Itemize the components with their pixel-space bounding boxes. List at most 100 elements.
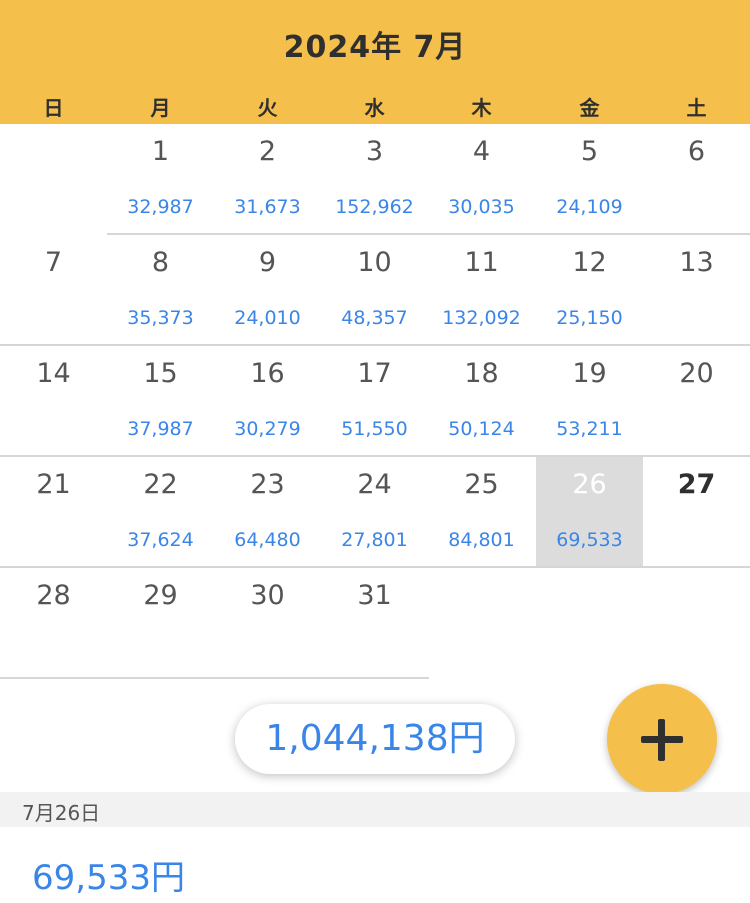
day-cell-29[interactable]: 29 bbox=[107, 568, 214, 679]
day-amount: 30,279 bbox=[234, 418, 301, 440]
day-number: 18 bbox=[464, 358, 499, 389]
monthly-total[interactable]: 1,044,138円 bbox=[235, 704, 515, 774]
day-cell-21[interactable]: 21 bbox=[0, 457, 107, 568]
selected-date-bar: 7月26日 bbox=[0, 792, 750, 827]
day-number: 16 bbox=[250, 358, 285, 389]
day-cell-4[interactable]: 4 30,035 bbox=[428, 124, 535, 235]
day-number: 4 bbox=[472, 136, 491, 167]
add-button[interactable] bbox=[607, 684, 717, 794]
day-number: 15 bbox=[143, 358, 178, 389]
day-cell-25[interactable]: 25 84,801 bbox=[428, 457, 535, 568]
day-amount: 84,801 bbox=[448, 529, 515, 551]
day-number: 19 bbox=[572, 358, 607, 389]
week-divider bbox=[0, 677, 429, 679]
day-cell-27[interactable]: 27 bbox=[643, 457, 750, 568]
day-number: 26 bbox=[572, 469, 607, 500]
day-number: 1 bbox=[151, 136, 170, 167]
day-amount: 132,092 bbox=[442, 307, 521, 329]
day-cell-8[interactable]: 8 35,373 bbox=[107, 235, 214, 346]
day-amount: 32,987 bbox=[127, 196, 194, 218]
day-cell-1[interactable]: 1 32,987 bbox=[107, 124, 214, 235]
day-cell-16[interactable]: 16 30,279 bbox=[214, 346, 321, 457]
weekday-wed: 水 bbox=[364, 96, 385, 120]
day-number: 30 bbox=[250, 580, 285, 611]
weekday-thu: 木 bbox=[471, 96, 492, 120]
day-number: 2 bbox=[258, 136, 277, 167]
calendar-grid: 1 32,987 2 31,673 3 152,962 4 30,035 5 24,109 6 7 8 3… bbox=[0, 124, 750, 680]
day-cell-19[interactable]: 19 53,211 bbox=[536, 346, 643, 457]
day-number: 14 bbox=[36, 358, 71, 389]
day-amount: 35,373 bbox=[127, 307, 194, 329]
day-cell-18[interactable]: 18 50,124 bbox=[428, 346, 535, 457]
day-amount: 24,010 bbox=[234, 307, 301, 329]
weekday-row: 日 月 火 水 木 金 土 bbox=[0, 92, 750, 122]
day-amount: 51,550 bbox=[341, 418, 408, 440]
day-number: 20 bbox=[679, 358, 714, 389]
day-cell-3[interactable]: 3 152,962 bbox=[321, 124, 428, 235]
day-number: 8 bbox=[151, 247, 170, 278]
day-cell-10[interactable]: 10 48,357 bbox=[321, 235, 428, 346]
day-cell-12[interactable]: 12 25,150 bbox=[536, 235, 643, 346]
day-amount: 37,987 bbox=[127, 418, 194, 440]
day-amount: 50,124 bbox=[448, 418, 515, 440]
day-amount: 53,211 bbox=[556, 418, 623, 440]
day-cell-5[interactable]: 5 24,109 bbox=[536, 124, 643, 235]
week-divider bbox=[107, 233, 750, 235]
day-number: 31 bbox=[357, 580, 392, 611]
weekday-fri: 金 bbox=[579, 96, 600, 120]
day-cell-15[interactable]: 15 37,987 bbox=[107, 346, 214, 457]
day-number: 28 bbox=[36, 580, 71, 611]
day-number: 25 bbox=[464, 469, 499, 500]
day-amount: 24,109 bbox=[556, 196, 623, 218]
day-number: 9 bbox=[258, 247, 277, 278]
day-number: 12 bbox=[572, 247, 607, 278]
day-amount: 64,480 bbox=[234, 529, 301, 551]
month-title[interactable]: 2024年 7月 bbox=[0, 22, 750, 66]
day-cell-20[interactable]: 20 bbox=[643, 346, 750, 457]
day-number: 29 bbox=[143, 580, 178, 611]
day-number: 10 bbox=[357, 247, 392, 278]
empty-day-cell bbox=[0, 124, 107, 235]
day-cell-13[interactable]: 13 bbox=[643, 235, 750, 346]
empty-day-cell bbox=[536, 568, 643, 679]
week-divider bbox=[0, 344, 750, 346]
day-cell-2[interactable]: 2 31,673 bbox=[214, 124, 321, 235]
day-number: 3 bbox=[365, 136, 384, 167]
day-cell-23[interactable]: 23 64,480 bbox=[214, 457, 321, 568]
day-cell-14[interactable]: 14 bbox=[0, 346, 107, 457]
day-amount: 48,357 bbox=[341, 307, 408, 329]
day-number: 6 bbox=[687, 136, 706, 167]
weekday-mon: 月 bbox=[150, 96, 171, 120]
day-amount: 25,150 bbox=[556, 307, 623, 329]
weekday-sun: 日 bbox=[43, 96, 64, 120]
day-number: 22 bbox=[143, 469, 178, 500]
day-cell-6[interactable]: 6 bbox=[643, 124, 750, 235]
day-number: 11 bbox=[464, 247, 499, 278]
weekday-tue: 火 bbox=[257, 96, 278, 120]
day-cell-17[interactable]: 17 51,550 bbox=[321, 346, 428, 457]
day-cell-24[interactable]: 24 27,801 bbox=[321, 457, 428, 568]
day-amount: 31,673 bbox=[234, 196, 301, 218]
day-cell-11[interactable]: 11 132,092 bbox=[428, 235, 535, 346]
day-amount: 69,533 bbox=[556, 529, 623, 551]
day-number: 27 bbox=[677, 469, 716, 500]
calendar-header: 2024年 7月 日 月 火 水 木 金 土 bbox=[0, 0, 750, 124]
day-cell-26[interactable]: 26 69,533 bbox=[536, 457, 643, 568]
week-divider bbox=[0, 566, 750, 568]
day-cell-7[interactable]: 7 bbox=[0, 235, 107, 346]
day-amount: 37,624 bbox=[127, 529, 194, 551]
empty-day-cell bbox=[643, 568, 750, 679]
day-cell-9[interactable]: 9 24,010 bbox=[214, 235, 321, 346]
selected-date-label: 7月26日 bbox=[22, 801, 101, 825]
day-number: 7 bbox=[44, 247, 63, 278]
day-cell-30[interactable]: 30 bbox=[214, 568, 321, 679]
day-number: 13 bbox=[679, 247, 714, 278]
empty-day-cell bbox=[428, 568, 535, 679]
day-number: 17 bbox=[357, 358, 392, 389]
day-cell-31[interactable]: 31 bbox=[321, 568, 428, 679]
day-amount: 30,035 bbox=[448, 196, 515, 218]
day-cell-22[interactable]: 22 37,624 bbox=[107, 457, 214, 568]
day-cell-28[interactable]: 28 bbox=[0, 568, 107, 679]
day-total-amount[interactable]: 69,533円 bbox=[32, 850, 185, 899]
day-number: 24 bbox=[357, 469, 392, 500]
